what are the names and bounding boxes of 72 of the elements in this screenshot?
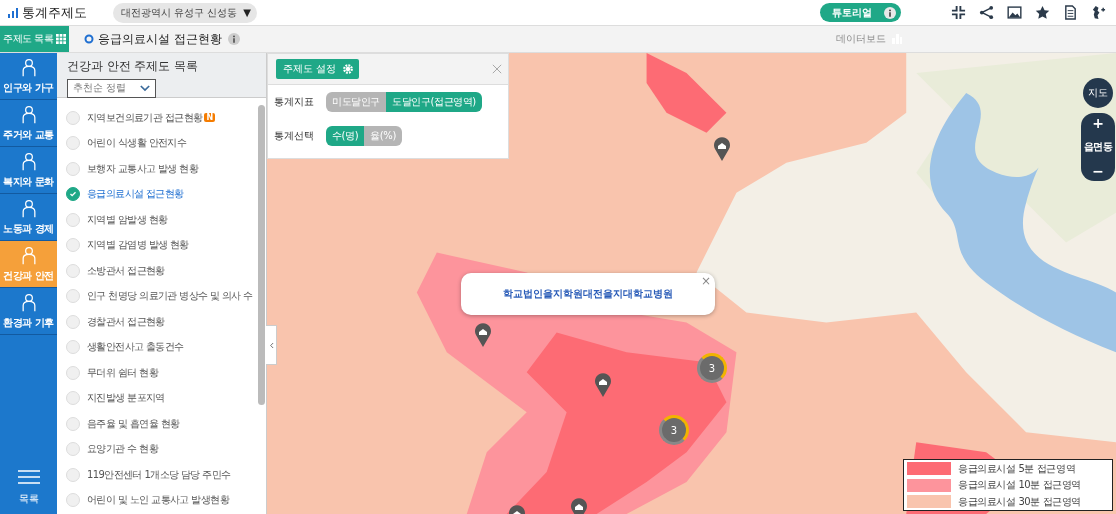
item-label: 응급의료시설 접근현황 [87,187,184,202]
theme-list-item[interactable]: 어린이 및 노인 교통사고 발생현황 [57,487,266,513]
theme-list-item[interactable]: 생활안전사고 출동건수 [57,334,266,360]
item-label: 생활안전사고 출동건수 [87,340,184,355]
menu-icon [17,470,40,484]
document-icon[interactable] [1063,5,1078,20]
list-title: 건강과 안전 주제도 목록 [67,59,199,74]
theme-list-item[interactable]: 응급의료시설 접근현황 [57,181,266,207]
item-label: 지역별 암발생 현황 [87,212,168,227]
collapse-handle[interactable] [266,325,277,365]
info-icon[interactable] [228,33,240,45]
item-label: 지역보건의료기관 접근현황 [87,110,203,125]
zoom-level-label: 읍면동 [1083,140,1113,154]
item-label: 인구 천명당 의료기관 병상수 및 의사 수 [87,289,253,304]
theme-list-item[interactable]: 보행자 교통사고 발생 현황 [57,156,266,182]
option-label: 통계선택 [274,129,315,143]
close-icon[interactable] [492,64,502,74]
map-add-icon[interactable] [1091,5,1106,20]
theme-list-item[interactable]: 소방관서 접근현황 [57,258,266,284]
theme-list-item[interactable]: 지역보건의료기관 접근현황 N [57,105,266,131]
page-title: 응급의료시설 접근현황 [98,30,222,48]
sort-dropdown[interactable]: 추천순 정렬 [67,79,156,98]
chevron-down-icon [140,85,150,92]
settings-icon [342,63,355,75]
theme-list-item[interactable]: 인구 천명당 의료기관 병상수 및 의사 수 [57,283,266,309]
item-label: 어린이 및 노인 교통사고 발생현황 [87,493,229,508]
item-label: 요양기관 수 현황 [87,442,158,457]
item-label: 소방관서 접근현황 [87,263,165,278]
theme-list-item[interactable]: 119안전센터 1개소당 담당 주민수 [57,462,266,488]
info-icon [884,6,896,19]
menu-button[interactable]: 목록 [0,469,57,514]
item-label: 보행자 교통사고 발생 현황 [87,161,199,176]
zoom-out-button[interactable]: − [1092,163,1104,179]
item-label: 무더위 쉼터 현황 [87,365,158,380]
theme-list-item[interactable]: 어린이 식생활 안전지수 [57,130,266,156]
new-badge: N [204,113,215,123]
item-label: 어린이 식생활 안전지수 [87,136,187,151]
item-label: 음주율 및 흡연율 현황 [87,416,180,431]
caret-icon: ▼ [243,7,252,18]
theme-list-item[interactable]: 지역별 암발생 현황 [57,207,266,233]
image-icon[interactable] [1007,5,1022,20]
item-label: 경찰관서 접근현황 [87,314,165,329]
theme-list-item[interactable]: 경찰관서 접근현황 [57,309,266,335]
radio-button[interactable] [66,187,80,202]
legend-label: 응급의료시설 5분 접근영역 [958,461,1076,476]
app-title: 통계주제도 [22,3,87,22]
hospital-pin-icon[interactable] [474,321,492,347]
circle-icon [84,34,95,44]
theme-list-item[interactable]: 무더위 쉼터 현황 [57,360,266,386]
bar-chart-icon [8,7,18,18]
item-label: 지역별 감염병 발생 현황 [87,238,189,253]
app-logo[interactable]: 통계주제도 [8,3,87,22]
star-icon[interactable] [1035,5,1050,20]
facility-name: 학교법인을지학원대전을지대학교병원 [503,287,673,301]
grid-icon [56,34,67,44]
share-icon[interactable] [979,5,994,20]
theme-list-item[interactable]: 음주율 및 흡연율 현황 [57,411,266,437]
theme-list-item[interactable]: 지진발생 분포지역 [57,385,266,411]
collapse-icon[interactable] [951,5,966,20]
scrollbar[interactable] [258,105,265,405]
hospital-pin-icon[interactable] [594,371,612,397]
item-label: 119안전센터 1개소당 담당 주민수 [87,467,231,482]
legend-label: 응급의료시설 30분 접근영역 [958,494,1082,509]
close-button[interactable]: × [700,274,711,288]
option-label: 통계지표 [274,95,315,109]
region-dropdown[interactable]: 대전광역시 유성구 신성동 ▼ [113,2,258,23]
legend-label: 응급의료시설 10분 접근영역 [958,478,1082,492]
item-label: 지진발생 분포지역 [87,391,165,406]
zoom-in-button[interactable]: + [1092,115,1104,131]
theme-list-item[interactable]: 요양기관 수 현황 [57,436,266,462]
hospital-pin-icon[interactable] [713,135,731,161]
theme-list-item[interactable]: 지역별 감염병 발생 현황 [57,232,266,258]
